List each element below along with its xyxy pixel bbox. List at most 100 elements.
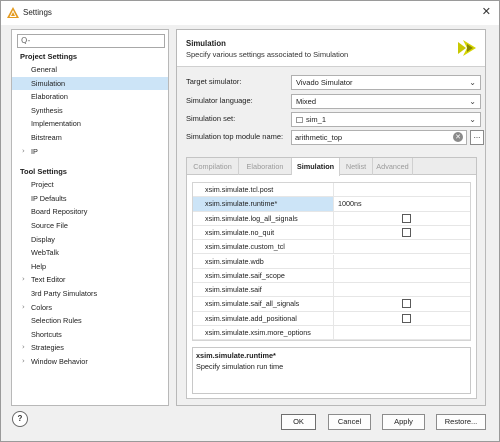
tab-bar: Compilation Elaboration Simulation Netli… <box>187 158 476 176</box>
table-row[interactable]: xsim.simulate.saif_all_signals <box>193 297 470 312</box>
sidebar-item-synthesis[interactable]: Synthesis <box>12 104 168 118</box>
sidebar-item-label: Strategies <box>31 343 64 353</box>
table-row[interactable]: xsim.simulate.saif_scope <box>193 268 470 284</box>
property-value[interactable] <box>335 226 470 240</box>
restore-button[interactable]: Restore... <box>436 414 486 430</box>
property-checkbox[interactable] <box>402 213 411 223</box>
vivado-logo-icon <box>458 40 476 56</box>
property-value[interactable] <box>335 283 470 297</box>
help-button[interactable]: ? <box>12 411 28 427</box>
tab-simulation[interactable]: Simulation <box>292 158 340 176</box>
property-value[interactable] <box>335 297 470 311</box>
sidebar-item-label: Implementation <box>31 119 81 129</box>
property-value[interactable] <box>335 312 470 326</box>
table-row[interactable]: xsim.simulate.saif <box>193 283 470 298</box>
close-icon[interactable]: ✕ <box>482 5 491 18</box>
search-input[interactable]: Q- <box>17 34 165 48</box>
chevron-right-icon[interactable]: › <box>22 145 25 159</box>
sidebar-item-bitstream[interactable]: Bitstream <box>12 131 168 145</box>
table-row[interactable]: xsim.simulate.tcl.post <box>193 183 470 198</box>
sidebar-item-display[interactable]: Display <box>12 233 168 247</box>
chevron-right-icon[interactable]: › <box>22 355 25 369</box>
table-row[interactable]: xsim.simulate.runtime* 1000ns <box>193 197 470 212</box>
sidebar-item-label: Elaboration <box>31 92 68 102</box>
sidebar-item-ip-defaults[interactable]: IP Defaults <box>12 192 168 206</box>
property-checkbox[interactable] <box>402 227 411 237</box>
sidebar-item-3rd-party-simulators[interactable]: 3rd Party Simulators <box>12 287 168 301</box>
sidebar-item-strategies[interactable]: › Strategies <box>12 341 168 355</box>
sidebar-item-general[interactable]: General <box>12 63 168 77</box>
sidebar-item-elaboration[interactable]: Elaboration <box>12 90 168 104</box>
tab-advanced[interactable]: Advanced <box>373 158 413 175</box>
property-value[interactable]: 1000ns <box>335 197 470 211</box>
sidebar-item-ip[interactable]: › IP <box>12 145 168 159</box>
chevron-down-icon: ⌄ <box>469 115 476 124</box>
chevron-down-icon: ⌄ <box>469 97 476 106</box>
property-name: xsim.simulate.tcl.post <box>193 183 334 197</box>
tab-netlist[interactable]: Netlist <box>340 158 373 175</box>
property-value[interactable] <box>335 183 470 197</box>
chevron-right-icon[interactable]: › <box>22 273 25 287</box>
target-simulator-select[interactable]: Vivado Simulator ⌄ <box>291 75 481 90</box>
sidebar-item-label: WebTalk <box>31 248 59 258</box>
table-row[interactable]: xsim.simulate.log_all_signals <box>193 211 470 226</box>
property-checkbox[interactable] <box>402 313 411 323</box>
sidebar-item-text-editor[interactable]: › Text Editor <box>12 273 168 287</box>
property-value[interactable] <box>335 240 470 254</box>
description-title: xsim.simulate.runtime* <box>196 351 276 360</box>
tree-gap <box>12 158 168 165</box>
sidebar-item-label: General <box>31 65 57 74</box>
property-value[interactable] <box>335 255 470 269</box>
table-row[interactable]: xsim.simulate.wdb <box>193 254 470 269</box>
table-row[interactable]: xsim.simulate.custom_tcl <box>193 240 470 255</box>
tree-section-header: Project Settings <box>20 52 78 61</box>
sidebar-item-label: 3rd Party Simulators <box>31 288 98 298</box>
tab-elaboration[interactable]: Elaboration <box>239 158 292 175</box>
chevron-right-icon[interactable]: › <box>22 341 25 355</box>
ok-button[interactable]: OK <box>281 414 316 430</box>
sidebar-item-implementation[interactable]: Implementation <box>12 117 168 131</box>
property-value[interactable] <box>335 269 470 283</box>
property-value[interactable] <box>335 212 470 226</box>
clear-icon[interactable]: ✕ <box>453 132 463 142</box>
table-row[interactable]: xsim.simulate.xsim.more_options <box>193 326 470 341</box>
sidebar-item-shortcuts[interactable]: Shortcuts <box>12 328 168 342</box>
sidebar-item-label: Synthesis <box>31 105 63 115</box>
property-value[interactable] <box>335 326 470 340</box>
table-row[interactable]: xsim.simulate.no_quit <box>193 225 470 241</box>
sidebar-item-selection-rules[interactable]: Selection Rules <box>12 314 168 328</box>
sidebar-item-simulation[interactable]: Simulation <box>12 76 168 91</box>
target-simulator-value: Vivado Simulator <box>296 78 353 87</box>
property-checkbox[interactable] <box>402 299 411 309</box>
property-name: xsim.simulate.saif_scope <box>193 268 334 283</box>
window-title: Settings <box>23 8 52 17</box>
title-bar: Settings ✕ <box>1 1 499 25</box>
apply-button[interactable]: Apply <box>382 414 425 430</box>
settings-sidebar: Q- Project Settings General Simulation Elab… <box>11 29 169 406</box>
browse-button[interactable]: ... <box>470 130 484 145</box>
target-simulator-label: Target simulator: <box>186 77 242 86</box>
property-name: xsim.simulate.saif_all_signals <box>193 297 334 312</box>
sidebar-item-label: Board Repository <box>31 207 88 217</box>
sidebar-item-project[interactable]: Project <box>12 178 168 192</box>
sidebar-item-window-behavior[interactable]: › Window Behavior <box>12 355 168 369</box>
sidebar-item-colors[interactable]: › Colors <box>12 301 168 315</box>
simulation-set-select[interactable]: sim_1 ⌄ <box>291 112 481 127</box>
sidebar-item-label: Selection Rules <box>31 316 82 326</box>
property-description: xsim.simulate.runtime* Specify simulatio… <box>192 347 471 394</box>
simulator-language-select[interactable]: Mixed ⌄ <box>291 94 481 109</box>
simulation-set-value: sim_1 <box>306 115 327 124</box>
sidebar-item-webtalk[interactable]: WebTalk <box>12 246 168 260</box>
chevron-right-icon[interactable]: › <box>22 301 25 315</box>
sidebar-item-source-file[interactable]: Source File <box>12 219 168 233</box>
sidebar-item-board-repository[interactable]: Board Repository <box>12 205 168 219</box>
table-row[interactable]: xsim.simulate.add_positional <box>193 311 470 326</box>
sidebar-item-label: Colors <box>31 302 53 312</box>
top-module-input[interactable]: arithmetic_top ✕ <box>291 130 467 145</box>
description-text: Specify simulation run time <box>196 362 284 371</box>
sidebar-item-label: Display <box>31 234 55 244</box>
chevron-down-icon: ⌄ <box>469 78 476 87</box>
cancel-button[interactable]: Cancel <box>328 414 371 430</box>
tab-compilation[interactable]: Compilation <box>187 158 239 175</box>
sidebar-item-help[interactable]: Help <box>12 260 168 274</box>
